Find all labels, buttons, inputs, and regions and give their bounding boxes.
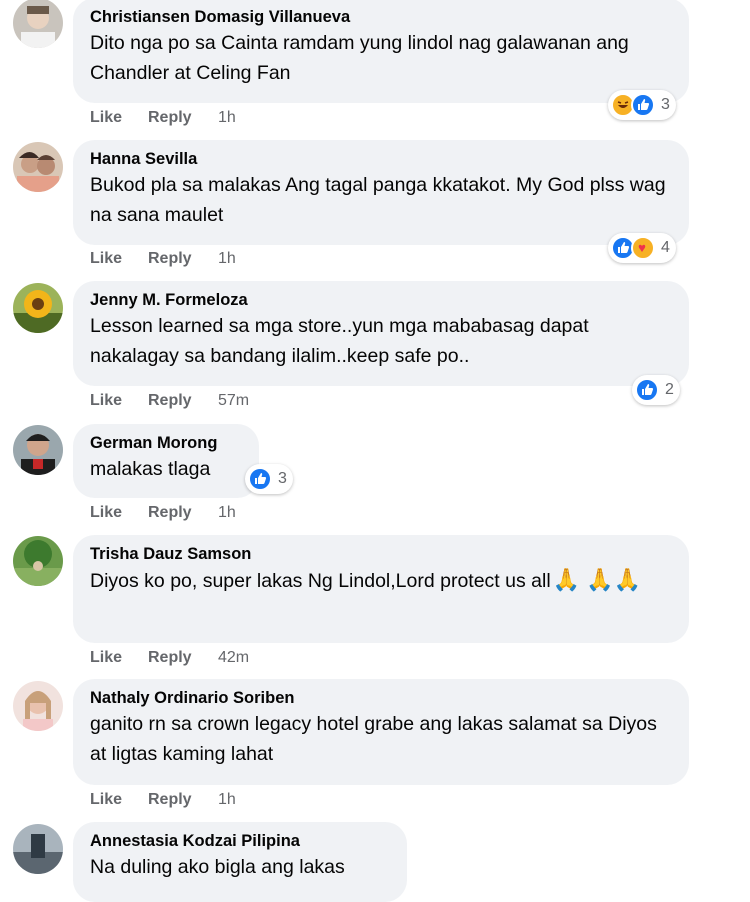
avatar[interactable] — [13, 0, 63, 48]
reaction-count: 2 — [665, 381, 674, 398]
comment-bubble: German Morong malakas tlaga — [73, 424, 259, 498]
comment-timestamp[interactable]: 1h — [218, 109, 236, 127]
comment-text: Na duling ako bigla ang lakas — [90, 856, 345, 878]
like-button[interactable]: Like — [90, 791, 148, 809]
reply-button[interactable]: Reply — [148, 791, 218, 809]
comment-actions: Like Reply 57m — [90, 392, 249, 410]
comment-author[interactable]: Jenny M. Formeloza — [90, 289, 673, 311]
comment-author[interactable]: Annestasia Kodzai Pilipina — [90, 830, 391, 852]
comment-bubble: Trisha Dauz Samson Diyos ko po, super la… — [73, 535, 689, 643]
reaction-summary[interactable]: 3 — [608, 90, 676, 120]
comment-text: Dito nga po sa Cainta ramdam yung lindol… — [90, 32, 629, 84]
comment-actions: Like Reply 1h — [90, 504, 236, 522]
comment-timestamp[interactable]: 57m — [218, 392, 249, 410]
avatar[interactable] — [13, 536, 63, 586]
comment-bubble: Christiansen Domasig Villanueva Dito nga… — [73, 0, 689, 103]
comment-author[interactable]: Nathaly Ordinario Soriben — [90, 687, 673, 709]
comment-text: Bukod pla sa malakas Ang tagal panga kka… — [90, 174, 666, 226]
comment-actions: Like Reply 1h — [90, 109, 236, 127]
comment-text: Diyos ko po, super lakas Ng Lindol,Lord … — [90, 565, 673, 596]
like-button[interactable]: Like — [90, 250, 148, 268]
avatar[interactable] — [13, 824, 63, 874]
praying-hands-emoji: 🙏 🙏🙏 — [552, 567, 641, 592]
reaction-count: 3 — [278, 470, 287, 487]
comment-text: malakas tlaga — [90, 458, 211, 480]
reaction-summary[interactable]: 2 — [632, 375, 680, 405]
comment-bubble: Jenny M. Formeloza Lesson learned sa mga… — [73, 281, 689, 386]
like-reaction-icon — [631, 93, 655, 117]
reply-button[interactable]: Reply — [148, 504, 218, 522]
reply-button[interactable]: Reply — [148, 392, 218, 410]
reaction-summary[interactable]: 4 — [608, 233, 676, 263]
reply-button[interactable]: Reply — [148, 649, 218, 667]
comment-text: Lesson learned sa mga store..yun mga mab… — [90, 315, 589, 367]
reaction-count: 4 — [661, 239, 670, 256]
reaction-summary[interactable]: 3 — [245, 464, 293, 494]
avatar[interactable] — [13, 142, 63, 192]
care-reaction-icon — [631, 236, 655, 260]
comment-timestamp[interactable]: 42m — [218, 649, 249, 667]
comment-author[interactable]: Hanna Sevilla — [90, 148, 673, 170]
avatar[interactable] — [13, 283, 63, 333]
reply-button[interactable]: Reply — [148, 250, 218, 268]
comment-text-body: Diyos ko po, super lakas Ng Lindol,Lord … — [90, 570, 551, 592]
comment-actions: Like Reply 1h — [90, 791, 236, 809]
like-reaction-icon — [635, 378, 659, 402]
like-button[interactable]: Like — [90, 649, 148, 667]
reply-button[interactable]: Reply — [148, 109, 218, 127]
comment-author[interactable]: Christiansen Domasig Villanueva — [90, 6, 673, 28]
avatar[interactable] — [13, 681, 63, 731]
like-button[interactable]: Like — [90, 109, 148, 127]
comment-text: ganito rn sa crown legacy hotel grabe an… — [90, 713, 657, 765]
avatar[interactable] — [13, 425, 63, 475]
comment-author[interactable]: Trisha Dauz Samson — [90, 543, 673, 565]
comment-timestamp[interactable]: 1h — [218, 250, 236, 268]
like-button[interactable]: Like — [90, 392, 148, 410]
reaction-count: 3 — [661, 96, 670, 113]
comment-timestamp[interactable]: 1h — [218, 504, 236, 522]
comment-actions: Like Reply 1h — [90, 250, 236, 268]
like-button[interactable]: Like — [90, 504, 148, 522]
comment-author[interactable]: German Morong — [90, 432, 243, 454]
comment-bubble: Nathaly Ordinario Soriben ganito rn sa c… — [73, 679, 689, 785]
comment-actions: Like Reply 42m — [90, 649, 249, 667]
like-reaction-icon — [248, 467, 272, 491]
comment-bubble: Hanna Sevilla Bukod pla sa malakas Ang t… — [73, 140, 689, 245]
comment-bubble: Annestasia Kodzai Pilipina Na duling ako… — [73, 822, 407, 902]
comment-timestamp[interactable]: 1h — [218, 791, 236, 809]
